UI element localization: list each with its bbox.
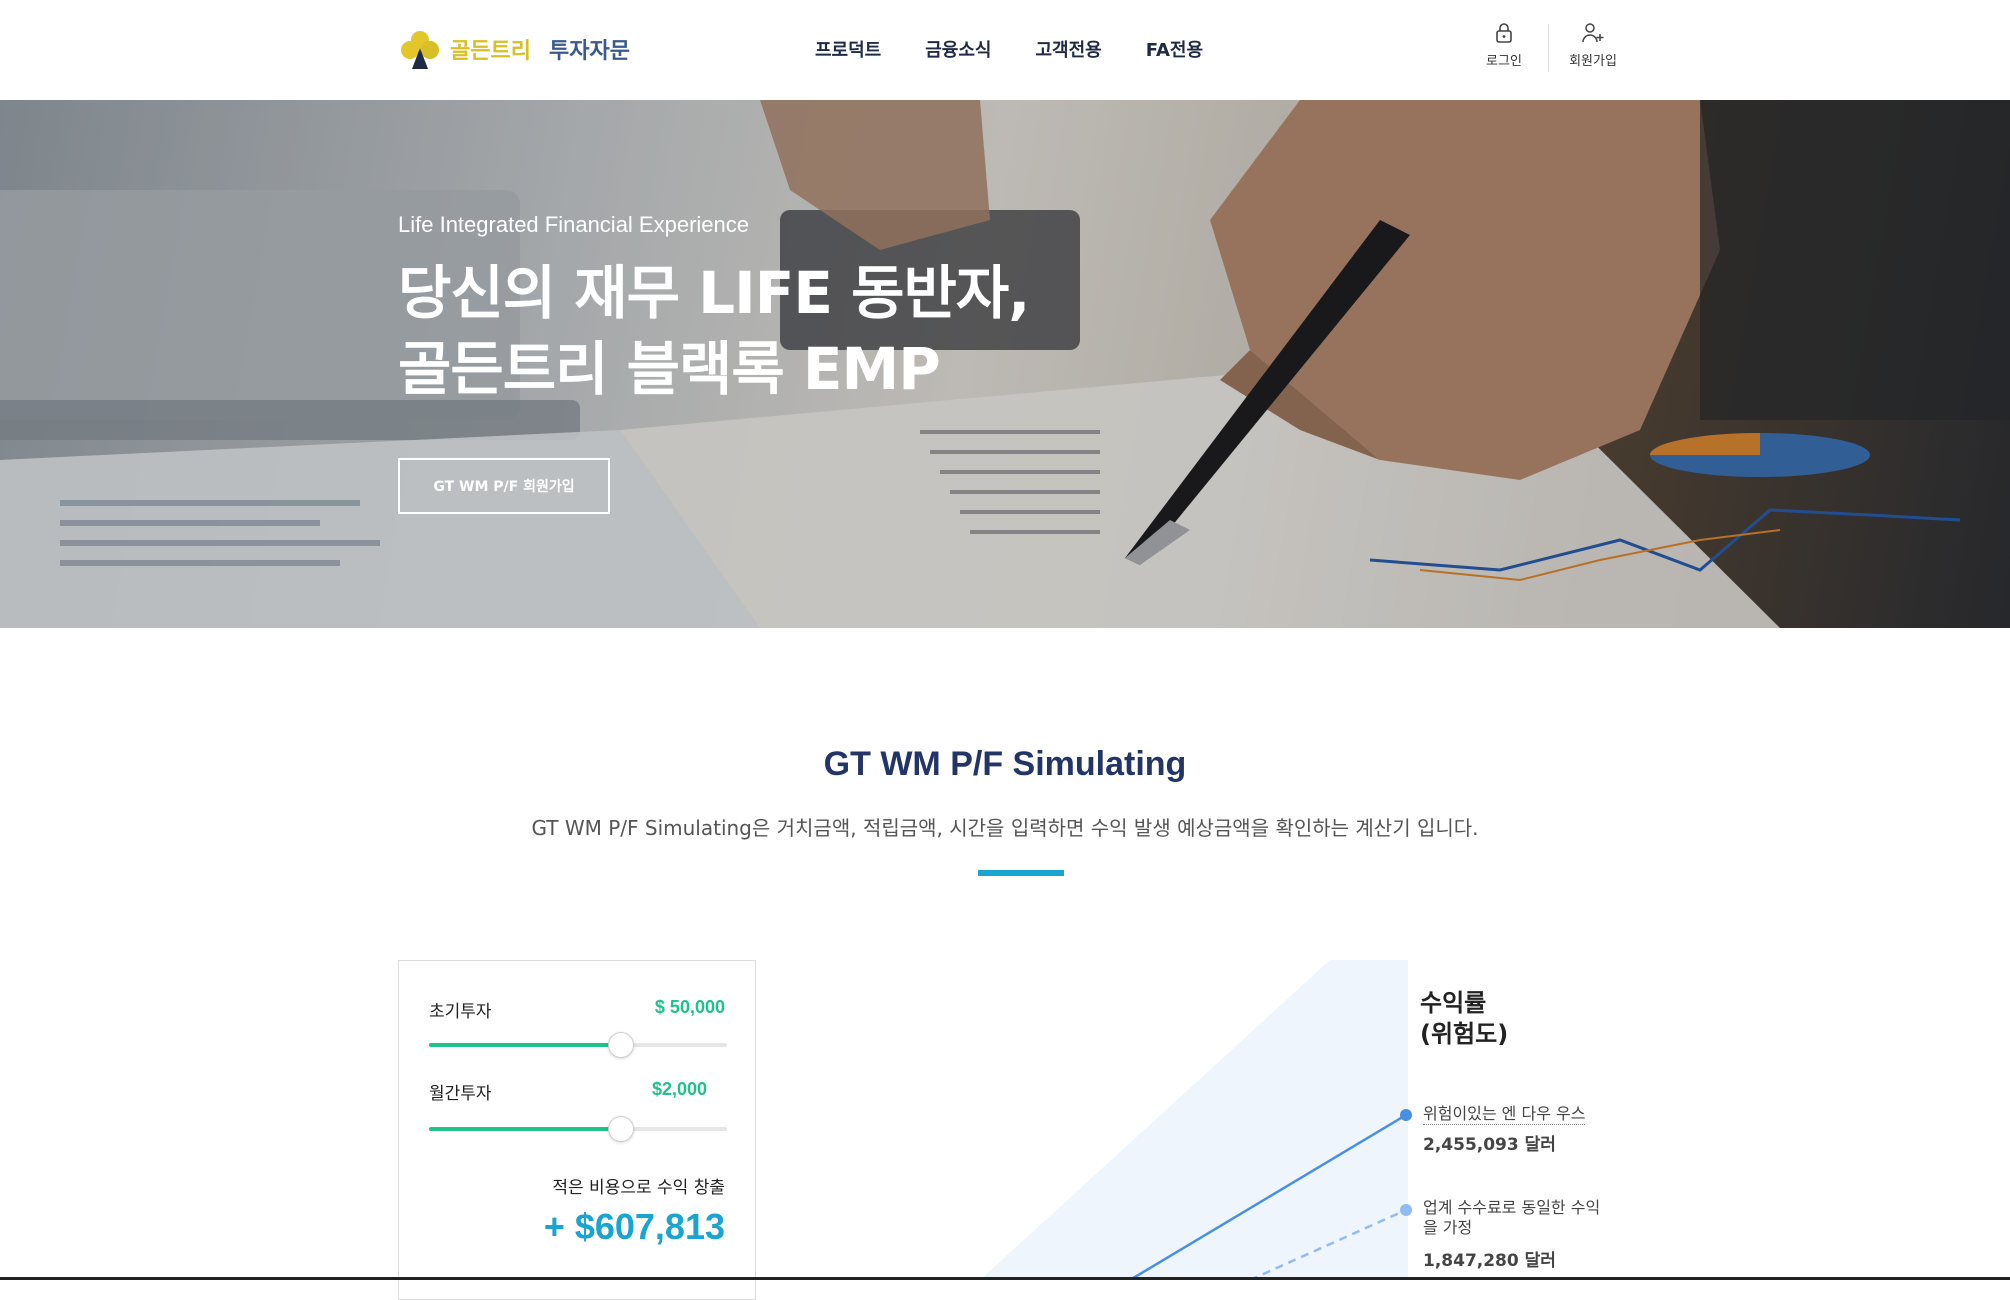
legend-fee-value: 1,847,280 달러	[1423, 1251, 1556, 1271]
hero-title-line2: 골든트리 블랙록 EMP	[398, 335, 941, 403]
monthly-investment-slider-fill	[429, 1127, 620, 1131]
initial-investment-value: $ 50,000	[654, 997, 725, 1017]
legend-risk-label: 위험이있는 엔 다우 우스	[1423, 1104, 1586, 1125]
legend-risk-value: 2,455,093 달러	[1423, 1135, 1556, 1155]
simulating-description: GT WM P/F Simulating은 거치금액, 적립금액, 시간을 입력…	[531, 816, 1479, 840]
result-value: + $607,813	[543, 1206, 725, 1247]
chart-title-line1: 수익률	[1420, 989, 1487, 1017]
hero-subtitle: Life Integrated Financial Experience	[398, 212, 749, 237]
initial-investment-slider-thumb[interactable]	[607, 1032, 634, 1058]
user-menu: 로그인 회원가입	[1460, 22, 1637, 72]
signup-link[interactable]: 회원가입	[1549, 22, 1637, 69]
nav-item-fa-only[interactable]: FA전용	[1146, 36, 1203, 62]
monthly-investment-value: $2,000	[651, 1079, 707, 1099]
chart-title-line2: (위험도)	[1420, 1020, 1509, 1048]
site-header: 골든트리 투자자문 프로덕트 금융소식 고객전용 FA전용 로그인 회원가입	[0, 0, 2010, 100]
main-nav: 프로덕트 금융소식 고객전용 FA전용	[815, 36, 1203, 62]
brand-name-part2: 투자자문	[548, 39, 630, 64]
chart-title: 수익률 (위험도)	[1420, 988, 1508, 1050]
hero-banner: Life Integrated Financial Experience 당신의…	[0, 100, 2010, 628]
calculator-card: 초기투자 $ 50,000 월간투자 $2,000 적은 비용으로 수익 창출 …	[398, 960, 756, 1300]
hero-title: 당신의 재무 LIFE 동반자, 골든트리 블랙록 EMP	[398, 255, 1030, 407]
result-label: 적은 비용으로 수익 창출	[552, 1178, 725, 1198]
simulating-title: GT WM P/F Simulating	[823, 745, 1187, 783]
monthly-investment-slider-thumb[interactable]	[607, 1116, 634, 1142]
lock-icon	[1496, 23, 1512, 43]
signup-label: 회원가입	[1569, 54, 1617, 69]
add-user-icon	[1582, 23, 1604, 43]
hero-title-line1: 당신의 재무 LIFE 동반자,	[398, 259, 1030, 327]
nav-item-customer-only[interactable]: 고객전용	[1036, 36, 1102, 62]
login-link[interactable]: 로그인	[1460, 22, 1548, 69]
initial-investment-label: 초기투자	[429, 1002, 492, 1022]
logo-tree-icon	[401, 31, 439, 69]
chart-dashed-point	[1400, 1204, 1412, 1216]
monthly-investment-slider[interactable]	[429, 1116, 727, 1142]
brand-logo[interactable]: 골든트리 투자자문	[398, 28, 630, 70]
hero-signup-button[interactable]: GT WM P/F 회원가입	[398, 458, 610, 514]
initial-investment-slider[interactable]	[429, 1032, 727, 1058]
legend-fee-label-line2: 을 가정	[1423, 1218, 1473, 1237]
monthly-investment-label: 월간투자	[429, 1084, 492, 1104]
section-accent-divider	[978, 870, 1064, 876]
chart-solid-point	[1400, 1109, 1412, 1121]
initial-investment-slider-fill	[429, 1043, 620, 1047]
nav-item-products[interactable]: 프로덕트	[815, 36, 881, 62]
brand-name-part1: 골든트리	[450, 39, 531, 64]
legend-fee-label-line1: 업계 수수료로 동일한 수익	[1423, 1198, 1601, 1217]
login-label: 로그인	[1486, 54, 1522, 69]
nav-item-finance-news[interactable]: 금융소식	[925, 36, 991, 62]
legend-fee-label: 업계 수수료로 동일한 수익 을 가정	[1423, 1198, 1600, 1238]
chart-area-fill	[980, 960, 1408, 1280]
